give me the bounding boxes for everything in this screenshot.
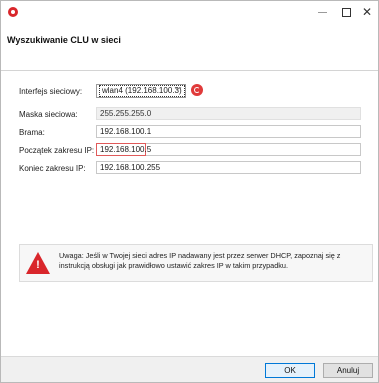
- title-bar: ✕: [1, 1, 378, 23]
- dialog-title: Wyszukiwanie CLU w sieci: [7, 35, 121, 45]
- minimize-icon: [317, 11, 327, 13]
- mask-row: Maska sieciowa: 255.255.255.0: [19, 107, 379, 121]
- warning-text: Uwaga: Jeśli w Twojej sieci adres IP nad…: [59, 251, 341, 270]
- gateway-label: Brama:: [19, 127, 45, 137]
- refresh-icon[interactable]: [191, 84, 203, 96]
- range-end-field[interactable]: 192.168.100.255: [96, 161, 361, 174]
- chevron-down-icon: ﹀: [174, 88, 182, 95]
- close-button[interactable]: ✕: [353, 1, 379, 23]
- warning-box: ! Uwaga: Jeśli w Twojej sieci adres IP n…: [19, 244, 373, 282]
- interface-label: Interfejs sieciowy:: [19, 86, 83, 96]
- range-start-field[interactable]: 192.168.100.5: [96, 143, 361, 156]
- interface-select[interactable]: wlan4 (192.168.100.3) ﹀: [96, 84, 186, 98]
- range-end-label: Koniec zakresu IP:: [19, 163, 86, 173]
- button-bar: OK Anuluj: [1, 356, 378, 382]
- dialog-window: ✕ Wyszukiwanie CLU w sieci Interfejs sie…: [0, 0, 379, 383]
- range-start-label: Początek zakresu IP:: [19, 145, 95, 155]
- range-start-value: 192.168.100.5: [96, 143, 151, 156]
- form-area: Interfejs sieciowy: wlan4 (192.168.100.3…: [1, 72, 378, 356]
- interface-row: Interfejs sieciowy: wlan4 (192.168.100.3…: [19, 84, 379, 98]
- ok-button[interactable]: OK: [265, 363, 315, 378]
- maximize-icon: [341, 7, 351, 17]
- app-icon: [8, 7, 18, 17]
- mask-label: Maska sieciowa:: [19, 109, 78, 119]
- close-icon: ✕: [361, 5, 373, 19]
- dialog-header: Wyszukiwanie CLU w sieci: [1, 23, 378, 71]
- cancel-button[interactable]: Anuluj: [323, 363, 373, 378]
- mask-field: 255.255.255.0: [96, 107, 361, 120]
- gateway-row: Brama: 192.168.100.1: [19, 125, 379, 139]
- gateway-field[interactable]: 192.168.100.1: [96, 125, 361, 138]
- range-end-row: Koniec zakresu IP: 192.168.100.255: [19, 161, 379, 175]
- warning-icon-mark: !: [36, 259, 40, 271]
- interface-select-value: wlan4 (192.168.100.3): [99, 85, 185, 97]
- range-start-row: Początek zakresu IP: 192.168.100.5: [19, 143, 379, 157]
